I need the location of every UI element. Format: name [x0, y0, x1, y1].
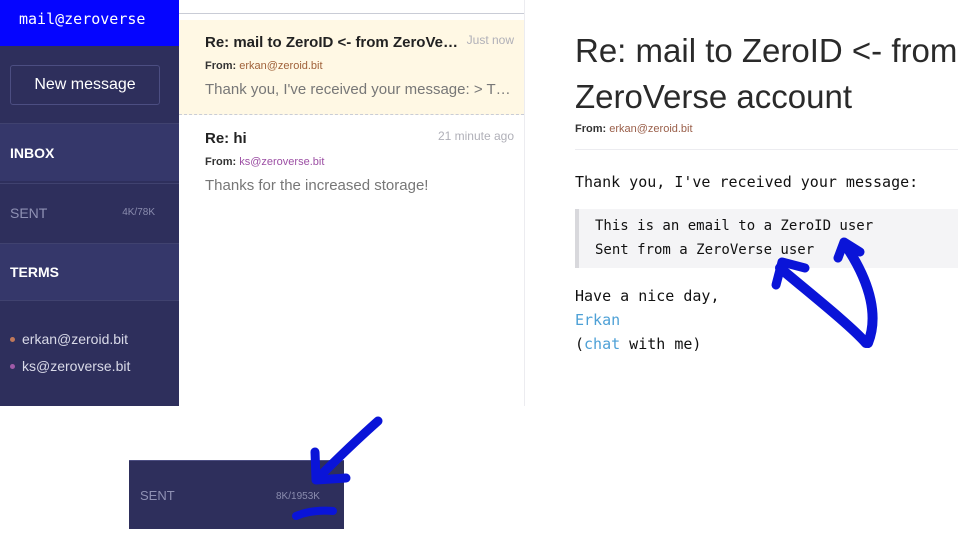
message-subject: Re: hi	[205, 130, 247, 147]
chat-link[interactable]: chat	[584, 335, 620, 353]
contact-address: erkan@zeroid.bit	[22, 331, 129, 347]
from-address: erkan@zeroid.bit	[239, 60, 323, 72]
message-time: Just now	[466, 33, 514, 47]
from-address[interactable]: erkan@zeroid.bit	[609, 123, 692, 135]
storage-count: 8K/1953K	[276, 491, 320, 502]
message-time: 21 minute ago	[437, 129, 514, 143]
message-preview: Thank you, I've received your message: >…	[205, 81, 515, 98]
signature-link[interactable]: Erkan	[575, 311, 620, 329]
message-list: Re: mail to ZeroID <- from ZeroVerse acc…	[179, 0, 525, 406]
contact-item[interactable]: ks@zeroverse.bit	[10, 358, 130, 374]
sidebar: mail@zeroverse New message INBOX SENT 4K…	[0, 0, 179, 406]
contact-item[interactable]: erkan@zeroid.bit	[10, 331, 128, 347]
from-label: From:	[575, 123, 607, 135]
new-message-button[interactable]: New message	[10, 65, 160, 105]
message-item[interactable]: Re: hi 21 minute ago From: ks@zeroverse.…	[179, 116, 524, 206]
from-label: From:	[205, 60, 237, 72]
reader-from: From: erkan@zeroid.bit	[575, 123, 693, 135]
quote-block: This is an email to a ZeroID user Sent f…	[575, 209, 958, 268]
contact-address: ks@zeroverse.bit	[22, 358, 131, 374]
reading-pane: Re: mail to ZeroID <- from ZeroVerse acc…	[575, 0, 958, 406]
sidebar-item-sent[interactable]: SENT 4K/78K	[0, 183, 179, 241]
message-subject: Re: mail to ZeroID <- from ZeroVerse acc…	[205, 34, 460, 51]
body-closing: Have a nice day,	[575, 287, 720, 305]
message-from: From: ks@zeroverse.bit	[205, 156, 324, 168]
sidebar-item-label: SENT	[140, 488, 175, 503]
divider	[179, 13, 524, 14]
sidebar-item-inbox[interactable]: INBOX	[0, 123, 179, 181]
divider	[575, 149, 958, 150]
contact-dot-icon	[10, 363, 15, 369]
inset-sent-crop: SENT 8K/1953K	[129, 460, 344, 529]
from-label: From:	[205, 156, 237, 168]
message-from: From: erkan@zeroid.bit	[205, 60, 323, 72]
quote-line: This is an email to a ZeroID user	[595, 218, 874, 234]
message-preview: Thanks for the increased storage!	[205, 177, 429, 194]
quote-line: Sent from a ZeroVerse user	[595, 242, 815, 258]
sidebar-item-label: SENT	[10, 204, 48, 221]
sidebar-item-label: INBOX	[10, 144, 55, 161]
account-header[interactable]: mail@zeroverse	[0, 0, 179, 46]
storage-count: 4K/78K	[122, 207, 155, 218]
chat-close: with me)	[620, 335, 702, 353]
chat-line: (chat with me)	[575, 335, 701, 353]
from-address: ks@zeroverse.bit	[239, 156, 325, 168]
message-title: Re: mail to ZeroID <- from ZeroVerse acc…	[575, 32, 958, 115]
body-intro: Thank you, I've received your message:	[575, 173, 919, 191]
contact-dot-icon	[10, 336, 15, 342]
sidebar-item-terms[interactable]: TERMS	[0, 243, 179, 301]
message-item-selected[interactable]: Re: mail to ZeroID <- from ZeroVerse acc…	[179, 20, 524, 115]
sidebar-item-label: TERMS	[10, 264, 59, 280]
chat-open: (	[575, 335, 585, 353]
